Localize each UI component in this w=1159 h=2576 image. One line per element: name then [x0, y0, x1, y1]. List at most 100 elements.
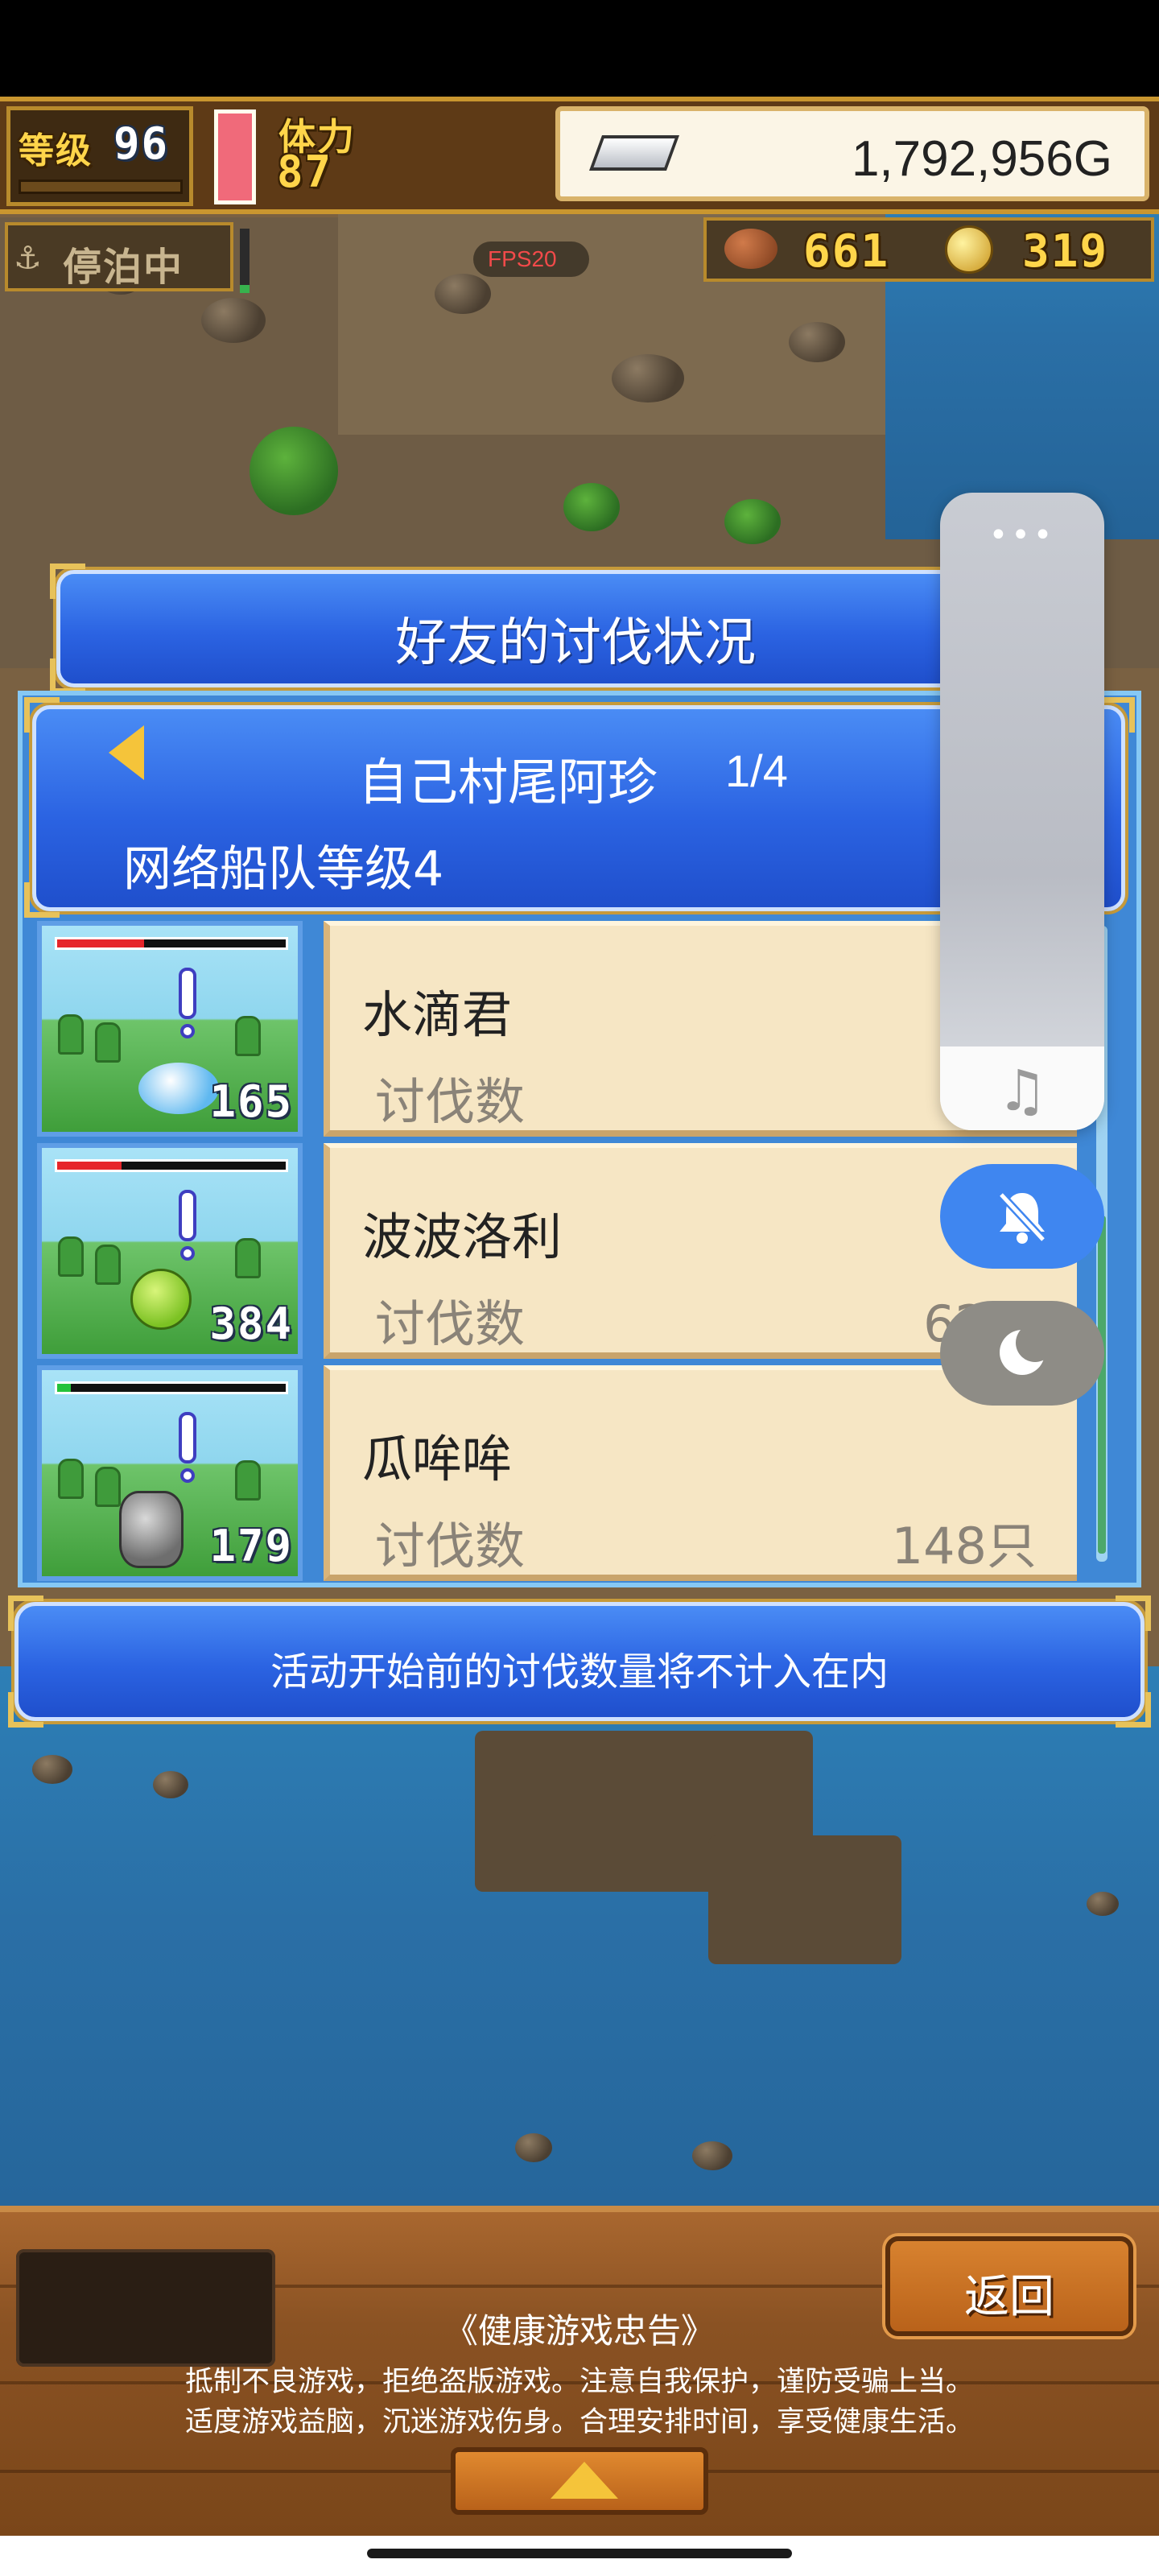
monster-row[interactable]: 179 瓜哞哞 讨伐数 148只: [37, 1365, 1077, 1581]
alert-icon: [179, 1412, 196, 1463]
kill-count-value: 148只: [891, 1517, 1037, 1575]
bush: [58, 1236, 84, 1277]
floating-control-panel[interactable]: ••• ♫: [940, 493, 1104, 1130]
frame-corner: [1116, 1692, 1151, 1728]
kill-count-label: 讨伐数: [375, 1517, 526, 1575]
frame-corner: [8, 1692, 43, 1728]
frame-corner: [8, 1596, 43, 1631]
frame-corner: [24, 697, 60, 733]
silver-bar-icon: [588, 135, 680, 171]
rock: [201, 298, 266, 343]
rock: [435, 274, 491, 314]
frame-corner: [1116, 1596, 1151, 1631]
rock: [515, 2133, 552, 2162]
bush: [58, 1014, 84, 1055]
kill-count-label: 讨伐数: [375, 1294, 526, 1353]
bush: [235, 1016, 261, 1056]
food-count: 661: [803, 225, 890, 278]
rock: [32, 1755, 72, 1784]
bush: [58, 1459, 84, 1499]
monster-level: 179: [209, 1521, 293, 1571]
level-panel: 等级 96: [6, 106, 193, 206]
island: [708, 1835, 901, 1964]
monster-thumbnail: 384: [37, 1143, 303, 1359]
coin-count: 319: [1022, 225, 1109, 278]
monster-thumbnail: 179: [37, 1365, 303, 1581]
monster-thumbnail: 165: [37, 921, 303, 1137]
frame-corner: [50, 658, 85, 694]
alert-dot: [180, 1246, 195, 1261]
monster-row[interactable]: 384 波波洛利 讨伐数 62只: [37, 1143, 1077, 1359]
monster-info-card: 瓜哞哞 讨伐数 148只: [324, 1365, 1077, 1581]
night-mode-button[interactable]: [940, 1301, 1104, 1406]
bush: [95, 1245, 121, 1285]
advisory-line-2: 适度游戏益脑，沉迷游戏伤身。合理安排时间，享受健康生活。: [184, 2406, 974, 2438]
tree: [563, 483, 620, 531]
music-note-icon: ♫: [996, 1058, 1048, 1124]
alert-dot: [180, 1024, 195, 1038]
monster-hp-bar: [55, 1381, 288, 1394]
bush: [235, 1238, 261, 1278]
advisory-title: 《健康游戏忠告》: [443, 2311, 715, 2351]
friend-page: 1/4: [725, 745, 788, 796]
hp-fill: [57, 939, 144, 947]
bush: [235, 1460, 261, 1501]
gold-panel: 1,792,956G: [555, 106, 1149, 201]
prev-friend-arrow-icon[interactable]: [109, 725, 144, 780]
home-indicator[interactable]: [367, 2549, 792, 2558]
frame-corner: [1099, 697, 1135, 733]
stamina-value: 87: [277, 147, 333, 197]
frame-corner: [50, 564, 85, 599]
gold-amount: 1,792,956G: [851, 131, 1112, 187]
scroll-thumb[interactable]: [1098, 1216, 1106, 1554]
resource-panel: 661 319: [703, 217, 1154, 282]
monster-level: 384: [209, 1298, 293, 1349]
monster-level: 165: [209, 1076, 293, 1127]
signal-indicator: [240, 229, 250, 293]
anchor-status-text: 停泊中: [63, 245, 184, 290]
rock: [692, 2141, 732, 2170]
rock: [612, 354, 684, 402]
monster-hp-bar: [55, 1159, 288, 1172]
notice-text: 活动开始前的讨伐数量将不计入在内: [270, 1649, 889, 1695]
bush: [95, 1022, 121, 1063]
level-value: 96: [113, 118, 170, 169]
dialog-title-bar: 好友的讨伐状况: [56, 570, 1095, 687]
hp-fill: [57, 1162, 122, 1170]
fps-text: FPS20: [488, 246, 557, 271]
system-bottom-area: [0, 2536, 1159, 2576]
mute-button[interactable]: [940, 1164, 1104, 1269]
monster-row[interactable]: 165 水滴君 讨伐数: [37, 921, 1077, 1137]
rock: [1087, 1892, 1119, 1916]
exp-bar: [19, 180, 183, 194]
guamoumou-monster: [119, 1491, 184, 1568]
meat-icon: [724, 229, 777, 269]
anchor-icon: ⚓: [16, 233, 41, 279]
anchor-status-panel[interactable]: ⚓ 停泊中: [5, 222, 233, 291]
bottom-panel: 返回 《健康游戏忠告》 抵制不良游戏，拒绝盗版游戏。注意自我保护，谨防受骗上当。…: [0, 2206, 1159, 2536]
rock: [153, 1771, 188, 1798]
monster-name: 瓜哞哞: [362, 1430, 513, 1488]
tree: [724, 499, 781, 544]
monster-name: 波波洛利: [362, 1208, 563, 1266]
alert-icon: [179, 968, 196, 1019]
chevron-up-icon: [551, 2462, 618, 2499]
more-dots-icon[interactable]: •••: [940, 517, 1104, 554]
monster-name: 水滴君: [362, 985, 513, 1044]
notice-bar: 活动开始前的讨伐数量将不计入在内: [14, 1602, 1145, 1721]
stamina-gauge: [214, 109, 256, 204]
tree: [250, 427, 338, 515]
fleet-level: 网络船队等级4: [123, 841, 444, 898]
bush: [95, 1467, 121, 1507]
music-button[interactable]: ♫: [940, 1046, 1104, 1130]
kill-count-label: 讨伐数: [375, 1072, 526, 1131]
moon-icon: [1000, 1323, 1054, 1375]
coin-icon: [945, 225, 993, 274]
alert-dot: [180, 1468, 195, 1483]
frame-corner: [24, 882, 60, 918]
fps-badge: FPS20: [473, 242, 589, 277]
friend-name: 自己村尾阿珍: [358, 753, 658, 811]
hp-fill: [57, 1384, 72, 1392]
water-drop-monster: [138, 1063, 219, 1114]
expand-menu-button[interactable]: [451, 2447, 708, 2515]
